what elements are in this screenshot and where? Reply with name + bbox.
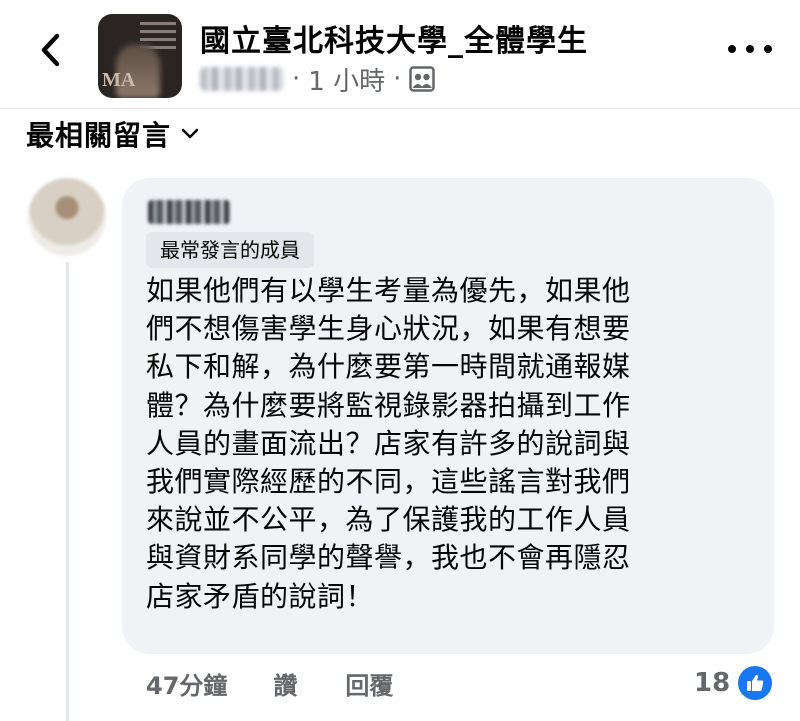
chevron-left-icon (41, 33, 60, 67)
author-name-blurred[interactable] (200, 67, 284, 91)
meta-separator: · (393, 64, 402, 94)
commenter-name-blurred[interactable] (148, 200, 230, 224)
group-title[interactable]: 國立臺北科技大學_全體學生 (200, 16, 588, 60)
reaction-count: 18 (694, 668, 731, 698)
top-contributor-badge: 最常發言的成員 (146, 232, 314, 268)
comment-bubble: 最常發言的成員 如果他們有以學生考量為優先，如果他 們不想傷害學生身心狀況，如果… (122, 178, 774, 654)
sort-label: 最相關留言 (26, 119, 172, 152)
like-thumb-icon (738, 666, 773, 700)
post-meta: · 1 小時 · (200, 61, 436, 98)
commenter-avatar[interactable] (28, 178, 106, 256)
post-header: MA 國立臺北科技大學_全體學生 · 1 小時 · (0, 0, 800, 110)
reaction-summary[interactable]: 18 (694, 664, 773, 702)
group-avatar-lettering: MA (102, 69, 136, 91)
comment-sort-dropdown[interactable]: 最相關留言 (26, 114, 199, 154)
back-button[interactable] (30, 28, 70, 72)
post-time[interactable]: 1 小時 (308, 61, 385, 98)
like-button[interactable]: 讚 (273, 666, 297, 701)
more-options-button[interactable] (728, 34, 772, 64)
comment-actions: 47分鐘 讚 回覆 (146, 664, 393, 702)
more-dots-icon (728, 45, 736, 53)
comment-time[interactable]: 47分鐘 (146, 666, 227, 701)
reply-button[interactable]: 回覆 (345, 666, 393, 701)
thread-line (66, 262, 69, 721)
group-avatar[interactable]: MA (98, 14, 182, 98)
comment-text: 如果他們有以學生考量為優先，如果他 們不想傷害學生身心狀況，如果有想要 私下和解… (146, 274, 631, 613)
header-divider (0, 108, 800, 109)
meta-separator: · (292, 64, 301, 94)
chevron-down-icon (181, 128, 199, 139)
group-icon (409, 66, 436, 92)
